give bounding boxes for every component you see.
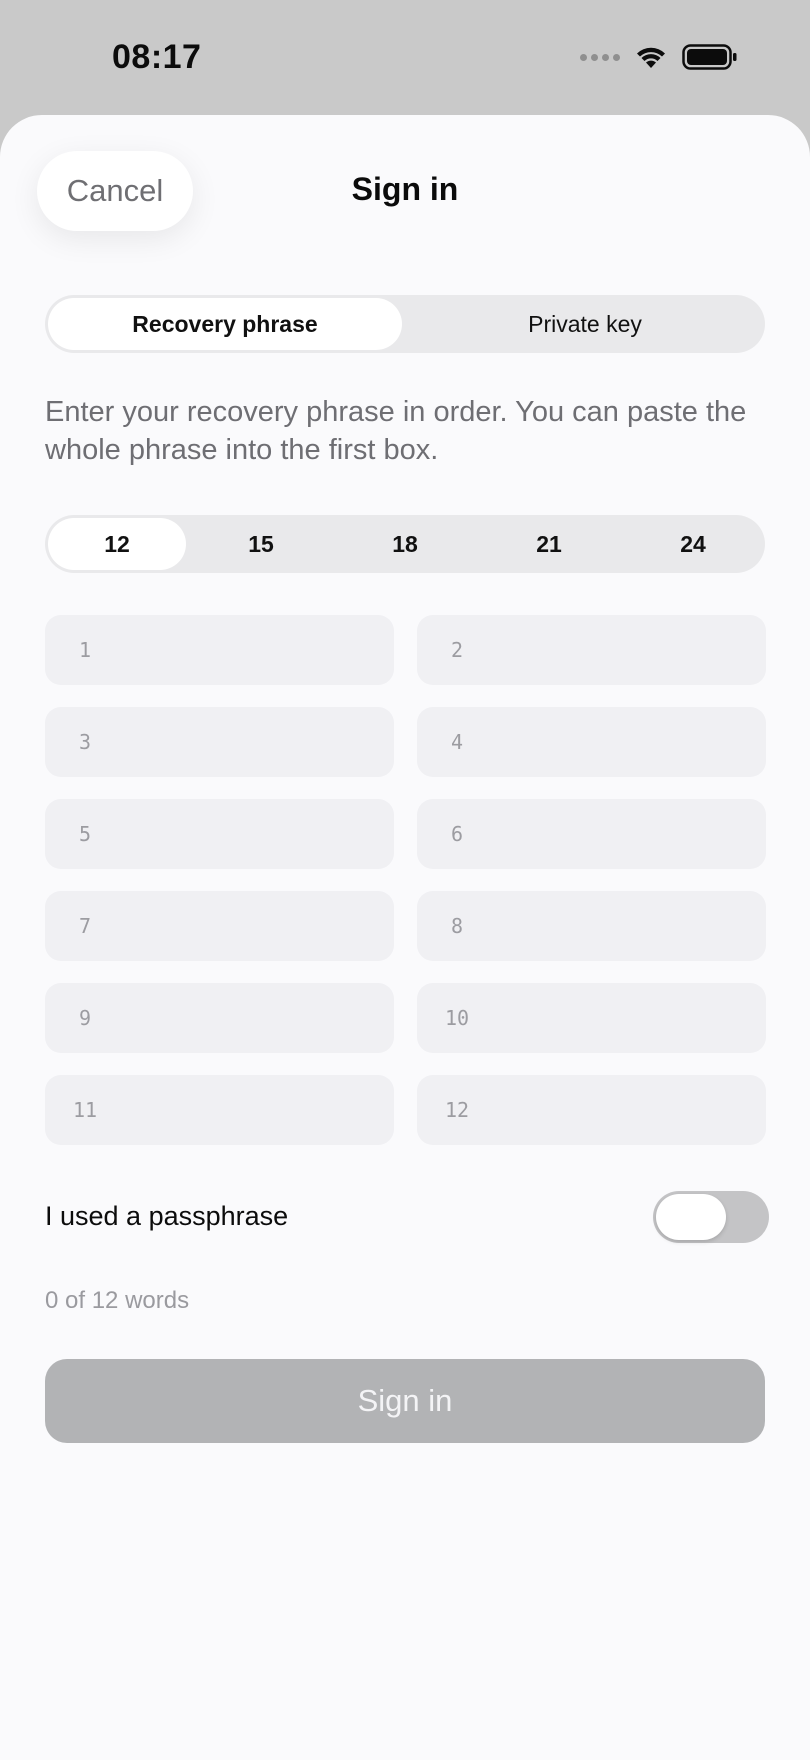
word-input-3[interactable] (125, 728, 394, 756)
status-time: 08:17 (112, 38, 202, 76)
word-input-9[interactable] (125, 1004, 394, 1032)
word-index: 4 (450, 730, 464, 754)
word-count-option-18[interactable]: 18 (336, 518, 474, 570)
sign-in-sheet: Cancel Sign in Recovery phrase Private k… (0, 115, 810, 1760)
word-field-1[interactable]: 1 (45, 615, 394, 685)
word-input-6[interactable] (497, 820, 766, 848)
toggle-knob (656, 1194, 726, 1240)
recovery-word-grid: 1 2 3 4 5 6 7 8 9 10 11 12 (45, 615, 766, 1145)
word-input-8[interactable] (497, 912, 766, 940)
status-icons (580, 44, 738, 70)
word-input-10[interactable] (497, 1004, 766, 1032)
word-count-option-21[interactable]: 21 (480, 518, 618, 570)
word-count-segmented-control: 12 15 18 21 24 (45, 515, 765, 573)
word-field-10[interactable]: 10 (417, 983, 766, 1053)
page-title: Sign in (351, 171, 459, 207)
passphrase-toggle[interactable] (653, 1191, 769, 1243)
word-index: 3 (78, 730, 92, 754)
word-field-6[interactable]: 6 (417, 799, 766, 869)
word-index: 9 (78, 1006, 92, 1030)
word-index: 11 (72, 1098, 98, 1122)
word-index: 8 (450, 914, 464, 938)
word-field-12[interactable]: 12 (417, 1075, 766, 1145)
word-field-2[interactable]: 2 (417, 615, 766, 685)
word-field-11[interactable]: 11 (45, 1075, 394, 1145)
tab-private-key[interactable]: Private key (408, 298, 762, 350)
word-input-5[interactable] (125, 820, 394, 848)
word-input-2[interactable] (497, 636, 766, 664)
sign-in-button[interactable]: Sign in (45, 1359, 765, 1443)
cellular-signal-icon (580, 53, 620, 61)
word-index: 10 (444, 1006, 470, 1030)
word-index: 7 (78, 914, 92, 938)
word-count-option-15[interactable]: 15 (192, 518, 330, 570)
word-input-12[interactable] (497, 1096, 766, 1124)
sign-in-mode-segmented-control: Recovery phrase Private key (45, 295, 765, 353)
word-field-3[interactable]: 3 (45, 707, 394, 777)
word-index: 6 (450, 822, 464, 846)
word-count-option-24[interactable]: 24 (624, 518, 762, 570)
tab-recovery-phrase[interactable]: Recovery phrase (48, 298, 402, 350)
word-input-1[interactable] (125, 636, 394, 664)
status-bar: 08:17 (0, 0, 810, 115)
word-index: 2 (450, 638, 464, 662)
battery-icon (682, 44, 737, 70)
word-field-9[interactable]: 9 (45, 983, 394, 1053)
word-count-option-12[interactable]: 12 (48, 518, 186, 570)
word-index: 1 (78, 638, 92, 662)
word-input-11[interactable] (125, 1096, 394, 1124)
word-index: 5 (78, 822, 92, 846)
word-input-4[interactable] (497, 728, 766, 756)
word-field-8[interactable]: 8 (417, 891, 766, 961)
passphrase-label: I used a passphrase (45, 1201, 289, 1231)
word-field-5[interactable]: 5 (45, 799, 394, 869)
word-progress-text: 0 of 12 words (45, 1287, 190, 1314)
word-field-7[interactable]: 7 (45, 891, 394, 961)
wifi-icon (637, 47, 665, 68)
word-input-7[interactable] (125, 912, 394, 940)
word-index: 12 (444, 1098, 470, 1122)
word-field-4[interactable]: 4 (417, 707, 766, 777)
instructions-text: Enter your recovery phrase in order. You… (45, 396, 747, 466)
